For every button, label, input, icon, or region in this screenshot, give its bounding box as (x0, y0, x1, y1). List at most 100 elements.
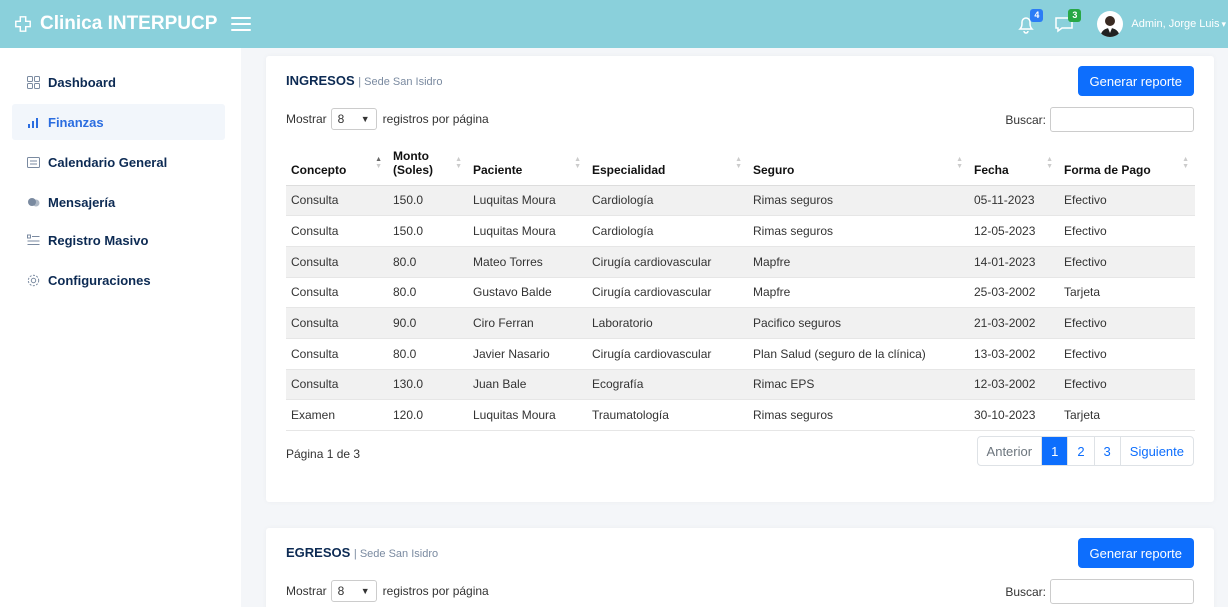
page-size-control: Mostrar 8 ▼ registros por página (286, 108, 489, 130)
section-title: EGRESOS (286, 545, 351, 560)
notifications-button[interactable]: 4 (1013, 9, 1044, 37)
show-suffix: registros por página (382, 112, 489, 126)
cell-paciente: Mateo Torres (468, 246, 587, 278)
table-row: Examen 120.0 Luquitas Moura Traumatología Ri… (286, 399, 1195, 431)
cell-especialidad: Traumatología (587, 399, 748, 431)
sidebar-item-label: Registro Masivo (48, 232, 149, 248)
cell-paciente: Luquitas Moura (468, 185, 587, 217)
pagination-page-2[interactable]: 2 (1067, 437, 1093, 465)
cell-concepto: Consulta (286, 277, 388, 309)
sidebar-item-label: Dashboard (48, 74, 116, 90)
pagination-page-3[interactable]: 3 (1093, 437, 1120, 465)
cell-paciente: Luquitas Moura (468, 399, 587, 431)
messages-button[interactable]: 3 (1051, 9, 1082, 37)
cell-concepto: Consulta (286, 369, 388, 401)
page-size-value: 8 (337, 584, 345, 598)
show-suffix: registros por página (382, 584, 489, 598)
cell-forma-pago: Efectivo (1059, 338, 1195, 370)
page-size-value: 8 (337, 112, 345, 126)
search-control: Buscar: (1005, 107, 1194, 132)
gear-icon (26, 273, 40, 287)
medical-cross-icon (15, 16, 31, 32)
page-size-control: Mostrar 8 ▼ registros por página (286, 580, 489, 602)
column-header-fecha[interactable]: Fecha ▲ ▼ (969, 138, 1059, 186)
cell-fecha: 12-03-2002 (969, 369, 1059, 401)
cell-paciente: Ciro Ferran (468, 307, 587, 339)
grid-icon (26, 75, 40, 89)
table-row: Consulta 90.0 Ciro Ferran Laboratorio Pacifi… (286, 307, 1195, 339)
cell-concepto: Consulta (286, 246, 388, 278)
generate-report-button[interactable]: Generar reporte (1077, 66, 1194, 96)
cell-especialidad: Laboratorio (587, 307, 748, 339)
ingresos-table: Concepto ▲ ▼ Monto (Soles) ▲ ▼ Paciente ▲ ▼ Es… (286, 138, 1195, 431)
sidebar-item-configuraciones[interactable]: Configuraciones (12, 262, 225, 298)
column-header-forma-pago[interactable]: Forma de Pago ▲ ▼ (1059, 138, 1195, 186)
cell-seguro: Rimac EPS (748, 369, 969, 401)
caret-down-icon: ▾ (1221, 19, 1226, 29)
sidebar-item-label: Configuraciones (48, 272, 151, 288)
table-row: Consulta 80.0 Javier Nasario Cirugía cardio… (286, 338, 1195, 370)
sidebar-item-dashboard[interactable]: Dashboard (12, 64, 225, 100)
cell-concepto: Consulta (286, 215, 388, 247)
cell-monto: 80.0 (388, 246, 468, 278)
cell-concepto: Examen (286, 399, 388, 431)
page-size-select[interactable]: 8 ▼ (330, 580, 377, 602)
cell-forma-pago: Efectivo (1059, 215, 1195, 247)
cell-concepto: Consulta (286, 338, 388, 370)
cell-forma-pago: Efectivo (1059, 185, 1195, 217)
pagination-prev-button[interactable]: Anterior (978, 437, 1042, 465)
brand[interactable]: Clinica INTERPUCP (0, 13, 217, 35)
avatar[interactable] (1097, 11, 1124, 37)
cell-fecha: 13-03-2002 (969, 338, 1059, 370)
cell-especialidad: Cirugía cardiovascular (587, 246, 748, 278)
cell-seguro: Rimas seguros (748, 185, 969, 217)
search-input[interactable] (1050, 579, 1194, 604)
chat-icon (26, 195, 40, 209)
sidebar-item-label: Finanzas (48, 114, 104, 130)
sidebar-item-label: Mensajería (48, 194, 116, 210)
column-header-paciente[interactable]: Paciente ▲ ▼ (468, 138, 587, 186)
cell-monto: 120.0 (388, 399, 468, 431)
sort-icon: ▲ ▼ (455, 156, 462, 170)
cell-especialidad: Cirugía cardiovascular (587, 277, 748, 309)
sidebar-item-finanzas[interactable]: Finanzas (12, 104, 225, 140)
table-row: Consulta 150.0 Luquitas Moura Cardiología Ri… (286, 185, 1195, 217)
sort-icon: ▲ ▼ (735, 156, 742, 170)
page-info: Página 1 de 3 (286, 447, 361, 461)
sidebar-item-calendario[interactable]: Calendario General (12, 144, 225, 180)
column-header-seguro[interactable]: Seguro ▲ ▼ (748, 138, 969, 186)
chart-bars-icon (26, 115, 40, 129)
cell-paciente: Javier Nasario (468, 338, 587, 370)
notifications-badge: 4 (1030, 9, 1044, 22)
sort-icon: ▲ ▼ (1182, 156, 1189, 170)
sidebar-item-mensajeria[interactable]: Mensajería (12, 184, 225, 220)
column-header-especialidad[interactable]: Especialidad ▲ ▼ (587, 138, 748, 186)
sort-icon: ▲ ▼ (1046, 156, 1053, 170)
sidebar-item-registro-masivo[interactable]: Registro Masivo (12, 222, 225, 258)
cell-seguro: Mapfre (748, 277, 969, 309)
page-size-select[interactable]: 8 ▼ (330, 108, 377, 130)
menu-toggle-icon[interactable] (231, 17, 252, 31)
sort-icon: ▲ ▼ (956, 156, 963, 170)
pagination-next-button[interactable]: Siguiente (1119, 437, 1193, 465)
user-menu[interactable]: Admin, Jorge Luis ▾ (1131, 18, 1228, 30)
cell-monto: 80.0 (388, 338, 468, 370)
pagination: Anterior 1 2 3 Siguiente (976, 436, 1194, 466)
brand-name: Clinica INTERPUCP (40, 13, 218, 34)
cell-monto: 130.0 (388, 369, 468, 401)
column-header-concepto[interactable]: Concepto ▲ ▼ (286, 138, 388, 186)
cell-fecha: 14-01-2023 (969, 246, 1059, 278)
cell-especialidad: Cirugía cardiovascular (587, 338, 748, 370)
cell-seguro: Mapfre (748, 246, 969, 278)
generate-report-button[interactable]: Generar reporte (1077, 538, 1194, 568)
search-control: Buscar: (1005, 579, 1194, 604)
show-prefix: Mostrar (286, 112, 327, 126)
search-input[interactable] (1050, 107, 1194, 132)
card-title: EGRESOS | Sede San Isidro (286, 545, 438, 560)
cell-forma-pago: Tarjeta (1059, 399, 1195, 431)
cell-forma-pago: Efectivo (1059, 246, 1195, 278)
pagination-page-1[interactable]: 1 (1041, 437, 1068, 465)
column-header-monto[interactable]: Monto (Soles) ▲ ▼ (388, 138, 468, 186)
calendar-icon (26, 155, 40, 169)
cell-especialidad: Cardiología (587, 215, 748, 247)
